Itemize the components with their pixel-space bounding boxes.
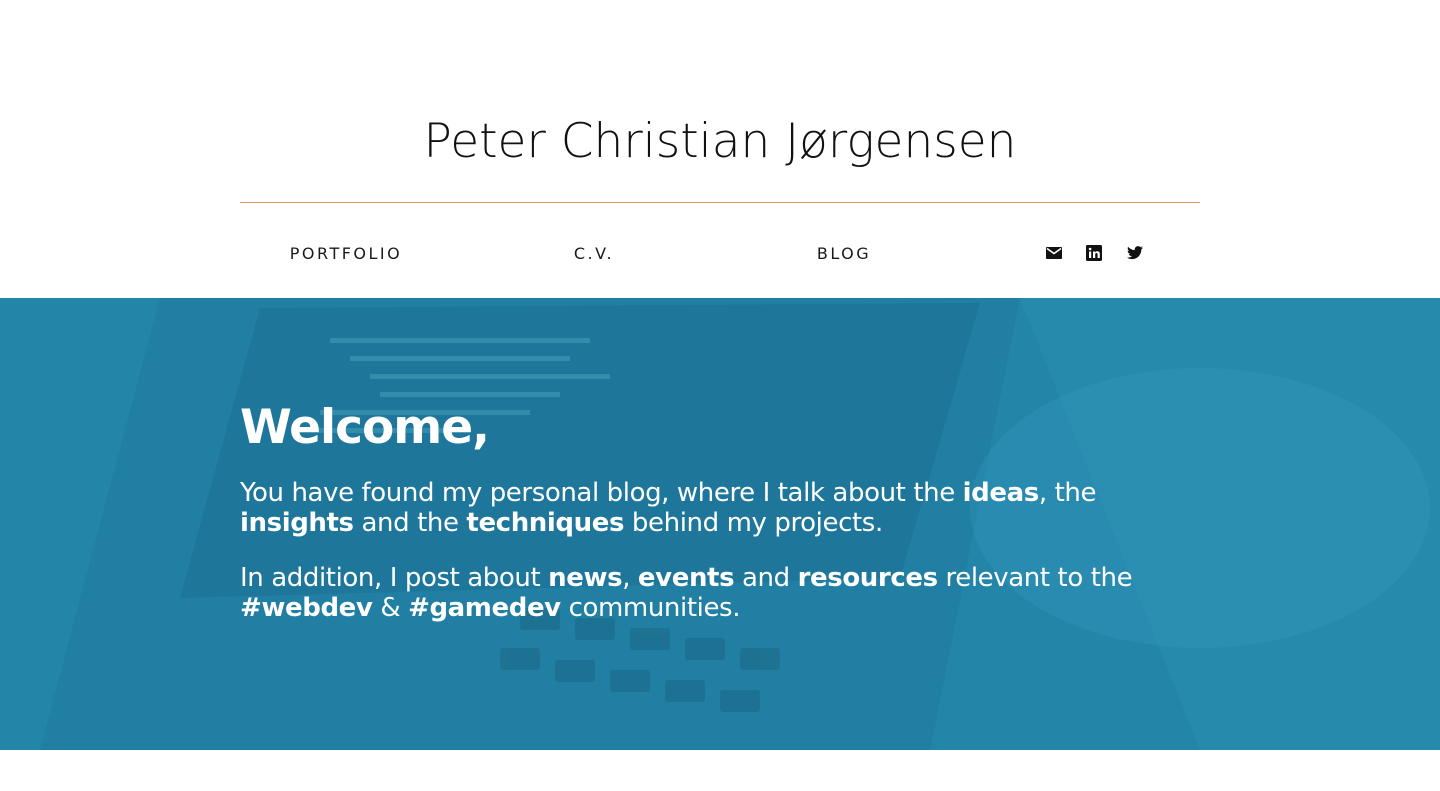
keyword-insights: insights (240, 508, 354, 538)
nav-portfolio-link[interactable]: PORTFOLIO (236, 244, 456, 263)
hashtag-gamedev: #gamedev (408, 593, 561, 623)
hero-title: Welcome, (240, 400, 490, 455)
keyword-resources: resources (797, 563, 938, 593)
linkedin-icon[interactable] (1085, 244, 1103, 262)
keyword-ideas: ideas (962, 478, 1040, 508)
hashtag-webdev: #webdev (240, 593, 373, 623)
main-nav: PORTFOLIO C.V. BLOG (240, 236, 1200, 276)
topics-paragraph: In addition, I post about news, events a… (240, 563, 1133, 623)
hero-content: Welcome, You have found my personal blog… (240, 398, 1200, 623)
keyword-techniques: techniques (466, 508, 625, 538)
header-divider (240, 202, 1200, 203)
keyword-news: news (548, 563, 623, 593)
keyword-events: events (637, 563, 735, 593)
twitter-icon[interactable] (1126, 244, 1144, 262)
intro-paragraph: You have found my personal blog, where I… (240, 478, 1097, 538)
page-bottom-area (0, 750, 1440, 791)
site-title[interactable]: Peter Christian Jørgensen (0, 112, 1440, 172)
nav-blog-link[interactable]: BLOG (734, 244, 954, 263)
hero-banner: Welcome, You have found my personal blog… (0, 298, 1440, 750)
mail-icon[interactable] (1045, 244, 1063, 262)
nav-cv-link[interactable]: C.V. (484, 244, 704, 263)
site-header: Peter Christian Jørgensen PORTFOLIO C.V.… (0, 0, 1440, 298)
